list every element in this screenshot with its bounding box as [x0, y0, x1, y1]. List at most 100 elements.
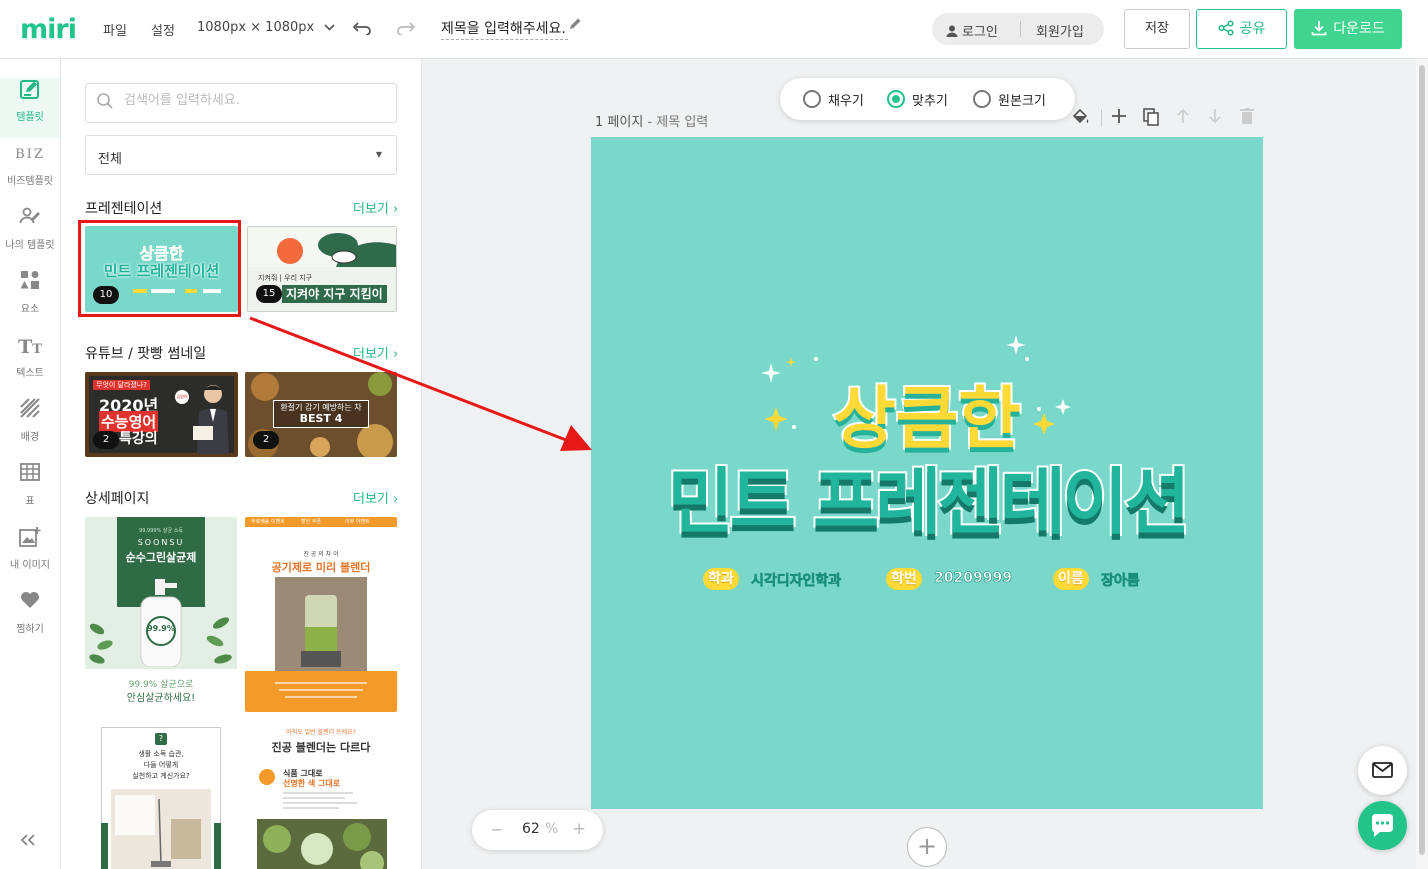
- rail-item-my-image[interactable]: 내 이미지: [0, 526, 60, 586]
- zoom-in-button[interactable]: +: [572, 819, 586, 839]
- rail-item-background[interactable]: 배경: [0, 398, 60, 458]
- pencil-icon[interactable]: [568, 17, 582, 35]
- login-button[interactable]: 로그인: [946, 21, 998, 40]
- canvas-size-label: 1080px × 1080px: [197, 20, 315, 35]
- share-button[interactable]: 공유: [1196, 9, 1287, 49]
- move-up-icon[interactable]: [1176, 108, 1190, 129]
- thumb-illustration: [248, 227, 396, 267]
- slide-title-main[interactable]: 민트 프레젠테이션: [591, 443, 1263, 548]
- share-label: 공유: [1239, 21, 1266, 37]
- add-page-button[interactable]: +: [907, 827, 947, 867]
- template-thumb-soonsu-sanitizer[interactable]: 99.999% 살균 소독 SOONSU 순수그린살균제 99.9% 99.9%…: [85, 517, 237, 712]
- template-thumb-disinfection-habit[interactable]: ? 생활 소독 습관, 다들 어떻게 실천하고 계신가요?: [85, 723, 237, 869]
- chat-button[interactable]: [1358, 801, 1407, 850]
- more-link-presentation[interactable]: 더보기 ›: [353, 198, 398, 217]
- rail-item-biz-template[interactable]: BIZ 비즈템플릿: [0, 142, 60, 202]
- auth-pill: 로그인 회원가입: [932, 13, 1104, 45]
- heart-icon: [0, 590, 60, 616]
- thumb-top-bar: 무료배송 이벤트 할인 쿠폰 리뷰 이벤트: [245, 517, 397, 527]
- thumb-kicker: 진 공 의 차 이: [303, 551, 339, 558]
- template-thumb-vacuum-blender[interactable]: 무료배송 이벤트 할인 쿠폰 리뷰 이벤트 진 공 의 차 이 공기제로 미리 …: [245, 517, 397, 712]
- field-value: 20209999: [934, 570, 1013, 587]
- auth-divider: [1020, 21, 1021, 37]
- page-separator: -: [647, 115, 657, 130]
- search-input[interactable]: [124, 93, 384, 108]
- slide-field-name[interactable]: 이름 장아름: [1053, 568, 1173, 592]
- fit-option-label: 원본크기: [998, 94, 1046, 109]
- settings-menu[interactable]: 설정: [151, 20, 175, 39]
- collapse-panel-icon[interactable]: [20, 831, 36, 851]
- paint-bucket-icon[interactable]: [1072, 108, 1090, 131]
- slide-field-department[interactable]: 학과 시각디자인학과: [703, 568, 863, 592]
- download-button[interactable]: 다운로드: [1294, 9, 1402, 49]
- rail-item-my-template[interactable]: 나의 템플릿: [0, 206, 60, 266]
- save-button[interactable]: 저장: [1124, 9, 1190, 49]
- zoom-out-button[interactable]: −: [490, 820, 503, 839]
- template-thumb-english-lecture[interactable]: 무엇이 달라졌나? 2020년 수능영어 특강의 김영어 2: [85, 372, 238, 457]
- rail-label: 나의 템플릿: [5, 240, 55, 251]
- duplicate-icon[interactable]: [1143, 108, 1159, 131]
- thumb-tab: 리뷰 이벤트: [345, 519, 370, 525]
- thumb-brand: SOONSU: [137, 538, 185, 547]
- rail-label: 찜하기: [16, 624, 44, 635]
- rail-item-template[interactable]: 템플릿: [0, 78, 60, 138]
- category-select[interactable]: 전체 ▼: [85, 135, 397, 175]
- my-template-icon: [0, 206, 60, 232]
- scrollbar-thumb[interactable]: [1419, 65, 1425, 855]
- template-search[interactable]: [85, 83, 397, 123]
- thumb-line3: 특강의: [119, 431, 158, 447]
- slide-field-student-id[interactable]: 학번 20209999: [886, 568, 1016, 592]
- left-icon-rail: 템플릿 BIZ 비즈템플릿 나의 템플릿 요소 TT 텍스트 배경 표 내 이미…: [0, 59, 61, 869]
- file-menu[interactable]: 파일: [103, 20, 127, 39]
- category-value: 전체: [98, 152, 122, 167]
- thumb-label: 99.9%: [147, 624, 175, 633]
- more-link-youtube[interactable]: 더보기 ›: [353, 343, 398, 362]
- rail-item-text[interactable]: TT 텍스트: [0, 334, 60, 394]
- template-thumb-earth-keeper[interactable]: 지켜줘 | 우리 지구 지켜야 지구 지킴이 15: [247, 226, 397, 312]
- rail-item-table[interactable]: 표: [0, 462, 60, 522]
- move-down-icon[interactable]: [1208, 108, 1222, 129]
- canvas-size-dropdown[interactable]: 1080px × 1080px: [197, 20, 335, 35]
- chat-icon: [1372, 814, 1393, 837]
- trash-icon[interactable]: [1240, 108, 1254, 129]
- undo-icon[interactable]: [352, 16, 372, 40]
- page-title-input[interactable]: 제목 입력: [656, 115, 708, 130]
- thumb-vegetables-photo: [257, 819, 387, 869]
- section-title-youtube: 유튜브 / 팟빵 썸네일: [85, 346, 207, 362]
- thumb-line3: 실천하고 계신가요?: [132, 772, 190, 780]
- thumb-title: 지켜야 지구 지킴이: [282, 285, 387, 303]
- template-thumb-tea-best4[interactable]: 환절기 감기 예방하는 차 BEST 4 2: [245, 372, 397, 457]
- thumb-product: 진공 블렌더는 다르다: [271, 741, 371, 754]
- zoom-unit: %: [545, 821, 559, 837]
- thumb-body-lines: [283, 791, 363, 811]
- rail-item-elements[interactable]: 요소: [0, 270, 60, 330]
- table-icon: [0, 462, 60, 488]
- more-link-detail-page[interactable]: 더보기 ›: [353, 488, 398, 507]
- thumb-product: 순수그린살균제: [125, 551, 197, 564]
- thumb-side-bar-right: [214, 823, 221, 869]
- text-icon: TT: [18, 336, 42, 358]
- login-label: 로그인: [962, 25, 998, 40]
- thumb-feature2: 선명한 색 그대로: [283, 779, 341, 788]
- thumb-line1: 생활 소독 습관,: [138, 750, 184, 758]
- template-thumb-vacuum-difference[interactable]: 아직도 일반 블렌더 쓰세요? 진공 블렌더는 다르다 식품 그대로 선명한 색…: [245, 723, 397, 869]
- elements-icon: [0, 270, 60, 296]
- miri-logo[interactable]: miri: [20, 14, 77, 45]
- workspace-scrollbar[interactable]: [1416, 59, 1428, 869]
- redo-icon[interactable]: [396, 16, 416, 40]
- thumb-product: 공기제로 미리 블렌더: [271, 561, 371, 574]
- section-title-detail-page: 상세페이지: [85, 491, 150, 507]
- document-title-input[interactable]: 제목을 입력해주세요.: [441, 18, 568, 40]
- thumb-bottle-image: [137, 579, 185, 668]
- mail-button[interactable]: [1358, 746, 1407, 795]
- thumb-stamp: 김영어: [175, 390, 189, 404]
- signup-button[interactable]: 회원가입: [1036, 21, 1084, 40]
- radio-circle: [803, 90, 821, 108]
- slide-page[interactable]: 상큼한 민트 프레젠테이션 학과 시각디자인학과 학번 20209999 이름 …: [591, 137, 1263, 809]
- rail-item-favorites[interactable]: 찜하기: [0, 590, 60, 650]
- add-icon[interactable]: [1111, 108, 1127, 129]
- page-count-badge: 2: [93, 431, 119, 449]
- thumb-tag: 무엇이 달라졌나?: [93, 380, 151, 390]
- radio-circle: [973, 90, 991, 108]
- thumb-room-photo: [111, 789, 211, 869]
